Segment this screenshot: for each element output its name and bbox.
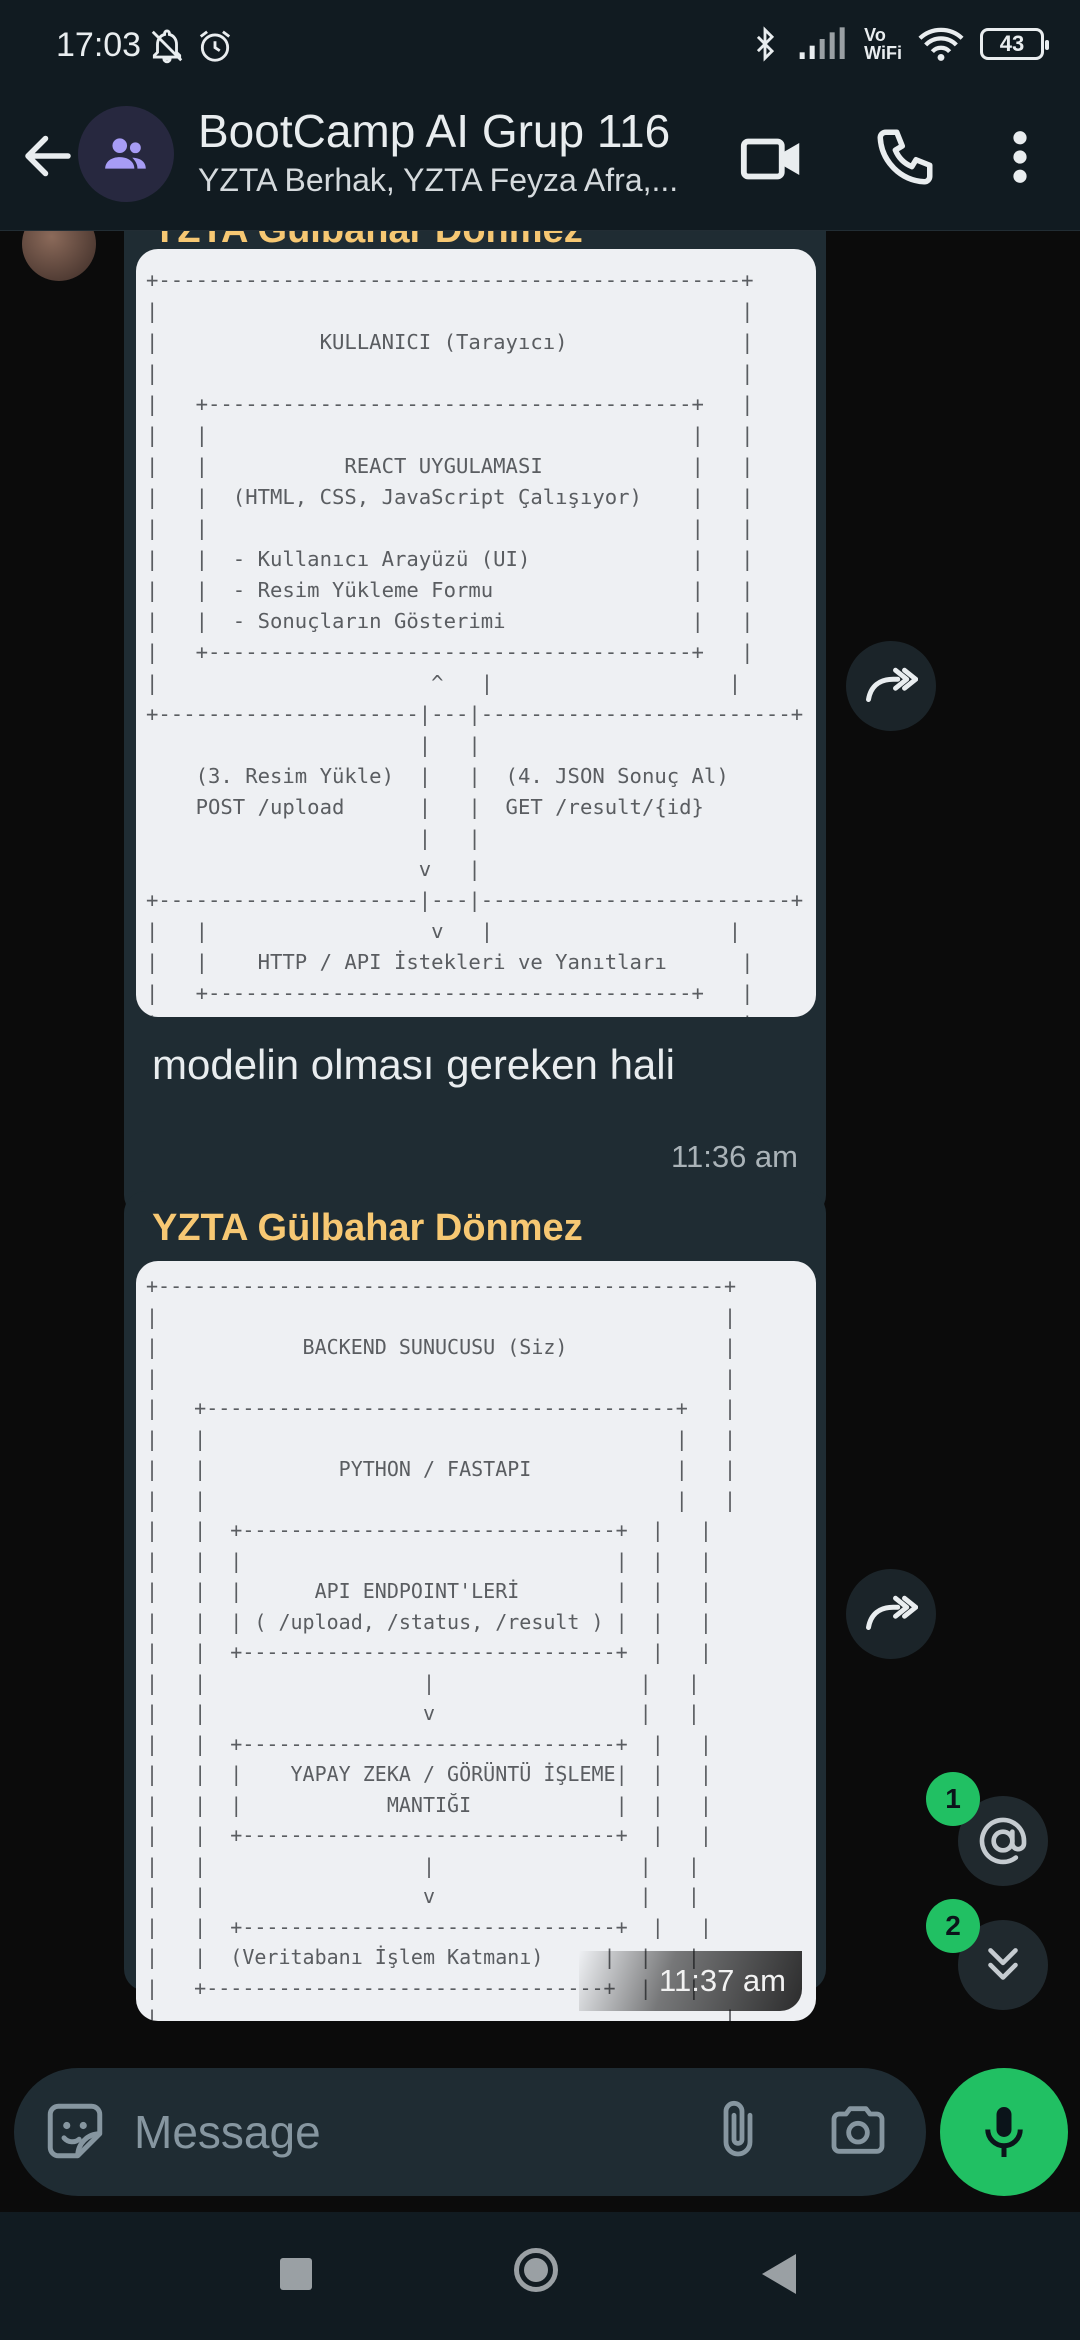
unread-count-badge: 2 — [926, 1899, 980, 1953]
more-vertical-icon — [1013, 131, 1027, 183]
system-navigation-bar — [0, 2212, 1080, 2340]
attach-button[interactable] — [706, 2098, 770, 2167]
forward-button[interactable] — [846, 641, 936, 731]
message-time: 11:36 am — [671, 1139, 798, 1174]
recent-apps-button[interactable] — [280, 2258, 312, 2290]
message-time: 11:37 am — [579, 1951, 802, 2011]
alarm-icon — [199, 30, 231, 62]
camera-icon — [831, 2106, 885, 2154]
chat-participants[interactable]: YZTA Berhak, YZTA Feyza Afra,... — [198, 162, 708, 199]
notifications-off-icon — [151, 29, 183, 64]
sender-name[interactable]: YZTA Gülbahar Dönmez — [152, 1207, 583, 1250]
forward-icon — [866, 1595, 918, 1630]
message-bubble[interactable]: YZTA Gülbahar Dönmez +------------------… — [124, 1191, 826, 2021]
wifi-icon — [918, 27, 964, 61]
chat-title[interactable]: BootCamp AI Grup 116 — [198, 104, 670, 158]
forward-icon — [866, 667, 918, 702]
group-icon — [105, 138, 146, 169]
group-avatar[interactable] — [78, 106, 174, 202]
microphone-icon — [985, 2107, 1023, 2157]
signal-icon — [799, 27, 845, 59]
status-bar: 17:03 Vo WiFi 43 — [0, 0, 1080, 96]
more-options-button[interactable] — [1000, 124, 1040, 195]
paperclip-icon — [723, 2101, 753, 2157]
sender-avatar[interactable] — [22, 231, 96, 281]
forward-button[interactable] — [846, 1569, 936, 1659]
message-composer — [14, 2068, 926, 2196]
diagram-text: +---------------------------------------… — [146, 268, 804, 1017]
arrow-left-icon — [25, 135, 71, 177]
camera-button[interactable] — [826, 2098, 890, 2167]
at-sign-icon — [979, 1817, 1027, 1865]
diagram-text: +---------------------------------------… — [146, 1274, 737, 2021]
chat-header: BootCamp AI Grup 116 YZTA Berhak, YZTA F… — [0, 96, 1080, 231]
voice-message-button[interactable] — [940, 2068, 1068, 2196]
back-button[interactable] — [18, 126, 78, 186]
sticker-button[interactable] — [42, 2098, 108, 2169]
message-caption: modelin olması gereken hali — [152, 1041, 675, 1088]
double-chevron-down-icon — [988, 1948, 1018, 1980]
message-image[interactable]: +---------------------------------------… — [136, 249, 816, 1017]
video-camera-icon — [740, 138, 800, 180]
message-image[interactable]: +---------------------------------------… — [136, 1261, 816, 2021]
system-back-button[interactable] — [762, 2254, 796, 2294]
volte-indicator: Vo WiFi — [864, 25, 902, 63]
message-list[interactable]: YZTA Gülbahar Dönmez +------------------… — [0, 231, 1080, 2061]
mentions-count-badge: 1 — [926, 1772, 980, 1826]
video-call-button[interactable] — [738, 124, 808, 199]
home-button[interactable] — [514, 2248, 558, 2292]
phone-icon — [877, 129, 933, 185]
sticker-icon — [47, 2103, 103, 2159]
bluetooth-icon — [757, 26, 775, 62]
message-input[interactable] — [132, 2096, 696, 2168]
battery-indicator: 43 — [980, 28, 1049, 60]
message-bubble[interactable]: YZTA Gülbahar Dönmez +------------------… — [124, 231, 826, 1217]
voice-call-button[interactable] — [872, 124, 938, 195]
status-time: 17:03 — [56, 26, 142, 64]
